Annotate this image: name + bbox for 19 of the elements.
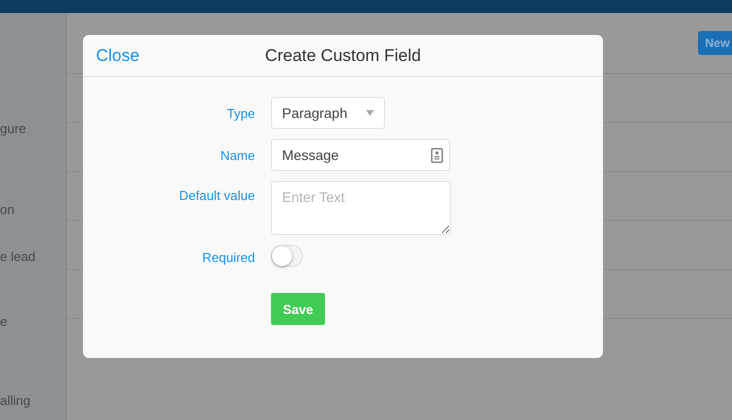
field-label: Required [202,250,255,265]
sidebar-item[interactable]: e lead [0,249,66,269]
new-button[interactable]: New [698,31,732,55]
close-button[interactable]: Close [96,46,140,66]
sidebar-item[interactable]: on [0,202,66,222]
name-input-field[interactable]: Message [271,139,450,171]
default-value-field[interactable]: Enter Text [271,181,451,235]
sidebar-item[interactable]: alling [0,393,66,413]
dialog-title: Create Custom Field [265,46,421,66]
sidebar-item[interactable]: e [0,314,66,334]
save-button[interactable]: Save [271,293,325,325]
required-toggle[interactable] [271,245,303,267]
field-label: Default value [179,188,255,203]
field-label: Type [226,106,255,121]
contact-card-icon [431,148,443,162]
field-label: Name [220,148,255,163]
type-select[interactable]: Paragraph [271,97,385,129]
sidebar-item[interactable]: gure [0,121,66,141]
caret-icon [366,110,374,116]
